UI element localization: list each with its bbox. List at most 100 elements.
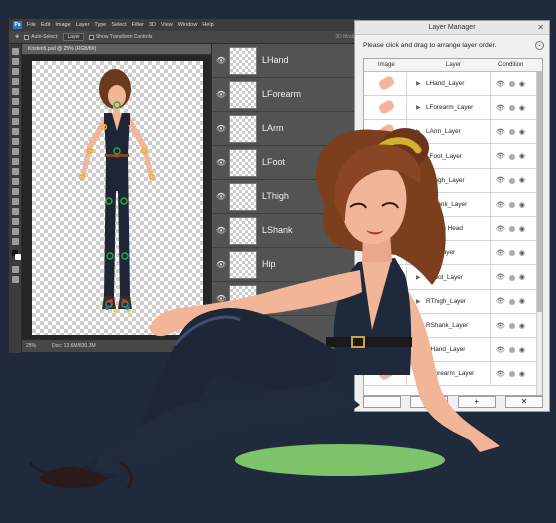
eye-icon[interactable]: 👁: [496, 371, 505, 378]
expand-arrow-icon[interactable]: ▶: [416, 177, 421, 184]
expand-arrow-icon[interactable]: ▶: [416, 128, 421, 135]
eye-icon[interactable]: ◉: [519, 153, 525, 160]
shape-tool-icon[interactable]: [12, 218, 19, 225]
expand-arrow-icon[interactable]: ▶: [416, 322, 421, 329]
expand-arrow-icon[interactable]: ▶: [416, 249, 421, 256]
eye-icon[interactable]: ◉: [519, 81, 525, 88]
screen-mode-icon[interactable]: [12, 276, 19, 283]
expand-arrow-icon[interactable]: ▶: [416, 201, 421, 208]
record-dot-icon[interactable]: [508, 250, 515, 257]
record-dot-icon[interactable]: [508, 81, 515, 87]
ps-layer-row[interactable]: 👁 LFoot: [212, 146, 361, 180]
expand-arrow-icon[interactable]: ▶: [416, 104, 421, 111]
record-dot-icon[interactable]: [508, 226, 515, 233]
record-dot-icon[interactable]: [508, 202, 515, 208]
layer-row[interactable]: ▶ LThigh_Layer 👁 ◉: [364, 168, 542, 193]
menu-filter[interactable]: Filter: [132, 22, 144, 28]
auto-select-checkbox[interactable]: [24, 34, 30, 40]
eye-icon[interactable]: 👁: [216, 57, 226, 65]
layer-row[interactable]: ▶ RShank_Layer 👁 ◉: [364, 314, 542, 338]
layer-row[interactable]: ▶ LFoot_Layer 👁 ◉: [364, 144, 542, 169]
background-color-swatch[interactable]: [15, 254, 21, 260]
pen-tool-icon[interactable]: [12, 188, 19, 195]
document-canvas[interactable]: [32, 61, 203, 335]
menu-type[interactable]: Type: [94, 22, 106, 28]
lasso-tool-icon[interactable]: [12, 68, 19, 75]
layer-row[interactable]: ▶ Talking Head 👁 ◉: [364, 217, 542, 242]
eye-icon[interactable]: 👁: [216, 295, 226, 303]
zoom-level[interactable]: 25%: [26, 340, 36, 352]
eye-icon[interactable]: 👁: [216, 91, 226, 99]
eye-icon[interactable]: 👁: [216, 125, 226, 133]
dodge-tool-icon[interactable]: [12, 178, 19, 185]
eye-icon[interactable]: 👁: [496, 105, 505, 112]
record-dot-icon[interactable]: [508, 153, 515, 160]
eye-icon[interactable]: 👁: [496, 323, 505, 330]
menu-help[interactable]: Help: [202, 22, 213, 28]
eraser-tool-icon[interactable]: [12, 148, 19, 155]
layer-row[interactable]: ▶ LForearm_Layer 👁 ◉: [364, 96, 542, 121]
record-dot-icon[interactable]: [508, 274, 515, 281]
crop-tool-icon[interactable]: [12, 88, 19, 95]
eye-icon[interactable]: 👁: [496, 153, 505, 160]
layer-table-scrollbar[interactable]: [536, 72, 542, 395]
menu-view[interactable]: View: [161, 22, 173, 28]
move-tool-icon[interactable]: [12, 48, 19, 55]
eye-icon[interactable]: 👁: [496, 81, 505, 88]
record-dot-icon[interactable]: [508, 129, 515, 136]
footer-button-2[interactable]: [410, 396, 449, 408]
layer-row[interactable]: ▶ RHand_Layer 👁 ◉: [364, 338, 542, 363]
layer-row[interactable]: ▶ Hip_Layer 👁 ◉: [364, 241, 542, 266]
menu-select[interactable]: Select: [111, 22, 126, 28]
eyedropper-tool-icon[interactable]: [12, 98, 19, 105]
auto-select-dropdown[interactable]: Layer: [63, 33, 84, 41]
footer-button-1[interactable]: [363, 396, 401, 408]
gradient-tool-icon[interactable]: [12, 158, 19, 165]
eye-icon[interactable]: 👁: [496, 250, 505, 257]
move-tool-icon[interactable]: ✥: [15, 34, 19, 40]
history-brush-tool-icon[interactable]: [12, 138, 19, 145]
eye-icon[interactable]: ◉: [519, 105, 525, 112]
ps-layer-row[interactable]: 👁 LShank: [212, 214, 361, 248]
scrollbar-thumb[interactable]: [537, 72, 542, 312]
delete-layer-button[interactable]: ✕: [504, 396, 543, 408]
menu-edit[interactable]: Edit: [41, 22, 50, 28]
eye-icon[interactable]: ◉: [519, 298, 525, 305]
menu-layer[interactable]: Layer: [76, 22, 90, 28]
hand-tool-icon[interactable]: [12, 228, 19, 235]
eye-icon[interactable]: ◉: [519, 177, 525, 184]
expand-arrow-icon[interactable]: ▶: [416, 298, 421, 305]
layer-row[interactable]: ▶ RFoot_Layer 👁 ◉: [364, 265, 542, 290]
quick-mask-icon[interactable]: [12, 266, 19, 273]
eye-icon[interactable]: ◉: [519, 274, 525, 281]
menu-window[interactable]: Window: [178, 22, 198, 28]
eye-icon[interactable]: ◉: [519, 347, 525, 354]
eye-icon[interactable]: 👁: [496, 226, 505, 233]
eye-icon[interactable]: ◉: [519, 226, 525, 233]
expand-arrow-icon[interactable]: ▶: [416, 370, 421, 377]
eye-icon[interactable]: 👁: [496, 202, 505, 209]
layer-row[interactable]: ▶ LShank_Layer 👁 ◉: [364, 193, 542, 217]
chevron-down-icon[interactable]: ⌄: [535, 41, 544, 50]
expand-arrow-icon[interactable]: ▶: [416, 80, 421, 87]
expand-arrow-icon[interactable]: ▶: [416, 153, 421, 160]
eye-icon[interactable]: ◉: [519, 250, 525, 257]
ps-layer-row[interactable]: 👁 RHand: [212, 316, 361, 350]
ps-layer-row[interactable]: 👁 LForearm: [212, 78, 361, 112]
record-dot-icon[interactable]: [508, 105, 515, 112]
document-tab[interactable]: Kristen5.psd @ 25% (RGB/8#): [22, 44, 212, 55]
quick-select-tool-icon[interactable]: [12, 78, 19, 85]
layer-row[interactable]: ▶ RForearm_Layer 👁 ◉: [364, 362, 542, 387]
ps-layer-row[interactable]: 👁 LHand: [212, 44, 361, 78]
record-dot-icon[interactable]: [508, 323, 515, 329]
marquee-tool-icon[interactable]: [12, 58, 19, 65]
eye-icon[interactable]: ◉: [519, 129, 525, 136]
show-transform-checkbox[interactable]: [88, 34, 94, 40]
brush-tool-icon[interactable]: [12, 118, 19, 125]
eye-icon[interactable]: 👁: [216, 329, 226, 337]
layer-row[interactable]: ▶ LArm_Layer 👁 ◉: [364, 120, 542, 145]
layer-row[interactable]: ▶ LHand_Layer 👁 ◉: [364, 72, 542, 96]
expand-arrow-icon[interactable]: ▶: [416, 346, 421, 353]
eye-icon[interactable]: 👁: [496, 274, 505, 281]
record-dot-icon[interactable]: [508, 371, 515, 378]
